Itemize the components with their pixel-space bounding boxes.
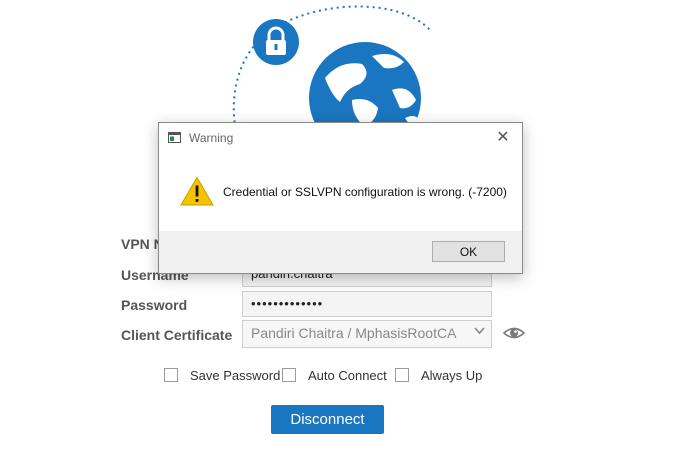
dialog-title: Warning	[189, 131, 234, 145]
dialog-titlebar[interactable]: Warning ✕	[159, 123, 522, 153]
dialog-footer: OK	[159, 231, 522, 273]
eye-icon[interactable]	[503, 324, 525, 342]
password-label: Password	[121, 297, 188, 313]
app-window-icon	[168, 132, 181, 143]
client-certificate-select[interactable]: Pandiri Chaitra / MphasisRootCA	[242, 320, 492, 348]
always-up-checkbox[interactable]	[395, 368, 409, 382]
ok-button[interactable]: OK	[432, 241, 505, 262]
warning-dialog: Warning ✕ Credential or SSLVPN configura…	[158, 122, 523, 274]
auto-connect-checkbox[interactable]	[282, 368, 296, 382]
save-password-option[interactable]: Save Password	[164, 366, 280, 384]
disconnect-button[interactable]: Disconnect	[271, 405, 384, 434]
close-icon[interactable]: ✕	[490, 127, 516, 149]
save-password-checkbox[interactable]	[164, 368, 178, 382]
always-up-label: Always Up	[421, 367, 483, 383]
always-up-option[interactable]: Always Up	[395, 366, 482, 384]
auto-connect-option[interactable]: Auto Connect	[282, 366, 387, 384]
password-field[interactable]: •••••••••••••	[242, 291, 492, 317]
save-password-label: Save Password	[190, 367, 281, 383]
client-certificate-label: Client Certificate	[121, 327, 233, 343]
client-certificate-value: Pandiri Chaitra / MphasisRootCA	[251, 325, 457, 341]
auto-connect-label: Auto Connect	[308, 367, 387, 383]
hero-illustration	[232, 5, 431, 140]
chevron-down-icon	[474, 326, 485, 338]
password-value: •••••••••••••	[251, 296, 324, 311]
warning-icon	[180, 176, 214, 206]
dialog-message: Credential or SSLVPN configuration is wr…	[223, 185, 507, 199]
lock-icon	[253, 19, 299, 65]
